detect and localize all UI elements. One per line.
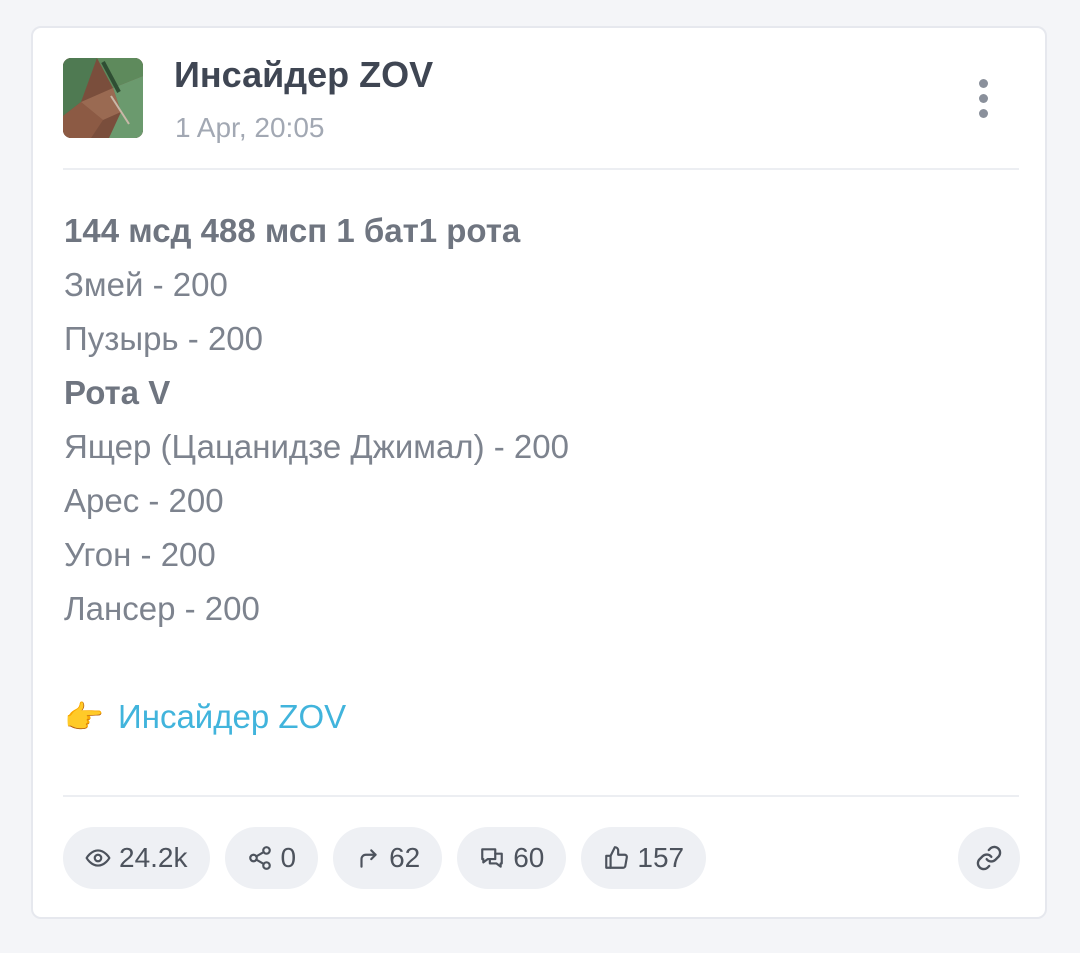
forward-arrow-icon [360,849,377,868]
copy-link-button[interactable] [958,827,1020,889]
likes-count: 157 [637,842,685,873]
more-vertical-icon [978,78,988,88]
post-line: Арес - 200 [64,482,224,519]
channel-name[interactable]: Инсайдер ZOV [174,54,433,96]
menu-dot [978,93,988,103]
views-count: 24.2k [119,842,188,873]
avatar-image [63,58,143,138]
menu-dot [978,108,988,118]
post-line: Ящер (Цацанидзе Джимал) - 200 [64,428,569,465]
post-line: Угон - 200 [64,536,216,573]
shares-stat[interactable]: 0 [224,827,319,889]
channel-avatar[interactable] [63,58,143,138]
post-spacer [64,636,994,690]
post-line: Лансер - 200 [64,590,260,627]
forwards-stat[interactable]: 62 [333,827,443,889]
post-body: 144 мсд 488 мсп 1 бат1 рота Змей - 200 П… [64,204,994,744]
shares-count: 0 [280,842,297,873]
likes-stat[interactable]: 157 [581,827,707,889]
post-date: 1 Apr, 20:05 [175,112,325,143]
comments-stat[interactable]: 60 [457,827,567,889]
footer-divider [63,795,1019,797]
forwards-count: 62 [389,842,421,873]
share-icon [248,846,271,870]
link-icon [976,845,1002,871]
comments-icon [481,848,504,868]
header-divider [63,168,1019,170]
more-options-button[interactable] [963,73,1003,123]
post-line: Пузырь - 200 [64,320,263,357]
post-line: 144 мсд 488 мсп 1 бат1 рота [64,212,521,249]
post-card: Инсайдер ZOV 1 Apr, 20:05 144 мсд 488 мс… [31,26,1047,919]
post-stats: 24.2k 0 62 60 157 [63,827,707,889]
views-stat[interactable]: 24.2k [63,827,210,889]
channel-link[interactable]: 👉 Инсайдер ZOV [64,690,994,744]
thumbs-up-icon [605,846,629,869]
post-line: Змей - 200 [64,266,228,303]
eye-icon [85,849,111,867]
comments-count: 60 [513,842,545,873]
channel-link-text[interactable]: Инсайдер ZOV [118,690,346,744]
pointing-hand-icon: 👉 [64,699,104,735]
post-line: Рота V [64,374,171,411]
